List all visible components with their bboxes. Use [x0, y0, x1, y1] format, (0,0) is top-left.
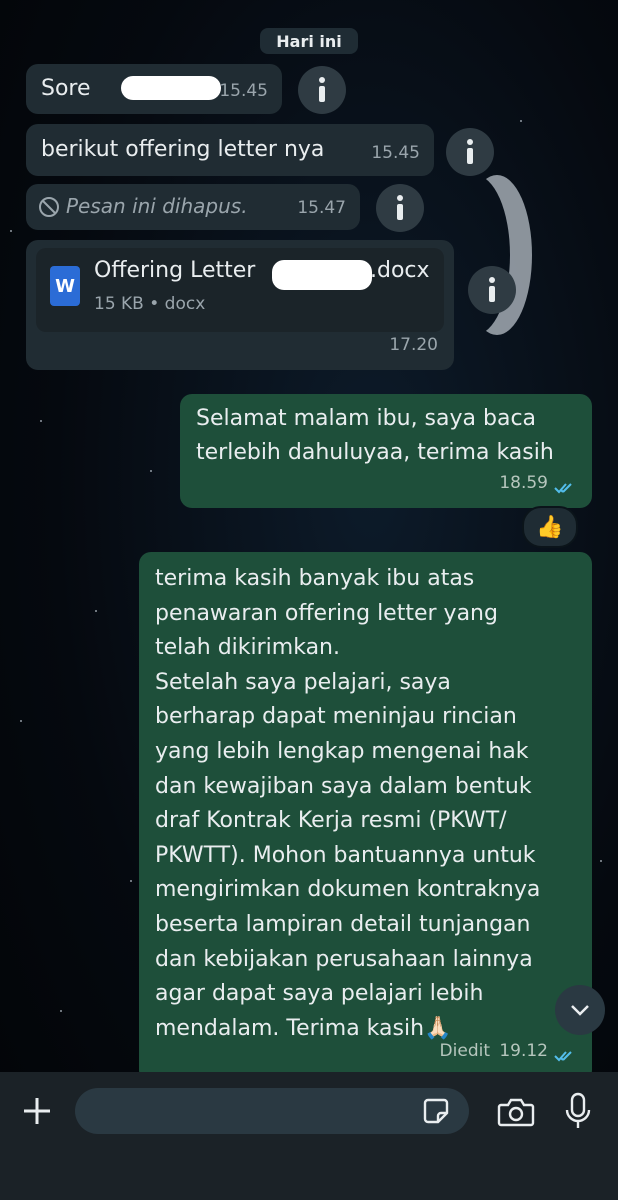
- message-line: dan kewajiban saya dalam bentuk: [155, 773, 532, 799]
- deleted-text: Pesan ini dihapus.: [66, 194, 248, 218]
- redacted-name: [121, 76, 221, 100]
- edited-label: Diedit: [439, 1041, 490, 1061]
- word-document-icon: W: [50, 266, 80, 306]
- file-name-suffix: .docx: [370, 258, 430, 283]
- message-line: dan kebijakan perusahaan lainnya: [155, 946, 533, 972]
- voice-button[interactable]: [560, 1090, 596, 1132]
- message-input-wrapper: [75, 1088, 469, 1134]
- microphone-icon: [565, 1092, 591, 1128]
- date-chip: Hari ini: [260, 28, 358, 54]
- message-line: penawaran offering letter yang: [155, 600, 498, 626]
- message-line: draf Kontrak Kerja resmi (PKWT/: [155, 808, 507, 834]
- file-name-prefix: Offering Letter: [94, 258, 256, 283]
- message-time: 19.12: [499, 1041, 548, 1061]
- blocked-icon: [39, 197, 59, 217]
- message-time: 15.47: [297, 198, 346, 218]
- info-icon: [319, 77, 325, 102]
- info-icon: [467, 139, 473, 164]
- message-time: 15.45: [371, 143, 420, 163]
- redacted-file-name: [272, 260, 372, 290]
- message-line: berharap dapat meninjau rincian: [155, 704, 517, 730]
- info-button[interactable]: [376, 184, 424, 232]
- camera-button[interactable]: [496, 1092, 536, 1132]
- double-check-icon: [554, 483, 572, 494]
- sticker-button[interactable]: [421, 1096, 451, 1126]
- double-check-icon: [554, 1051, 572, 1062]
- info-icon: [489, 277, 495, 302]
- message-input[interactable]: [93, 1096, 417, 1128]
- chevron-down-icon: [571, 1005, 589, 1016]
- message-text: Sore: [41, 76, 91, 101]
- info-button[interactable]: [468, 266, 516, 314]
- info-icon: [397, 195, 403, 220]
- message-line: terlebih dahuluyaa, terima kasih: [196, 440, 554, 465]
- message-text-block: terima kasih banyak ibu atas penawaran of…: [155, 562, 585, 1046]
- info-button[interactable]: [446, 128, 494, 176]
- message-bubble-incoming[interactable]: berikut offering letter nya 15.45: [26, 124, 434, 176]
- scroll-down-button[interactable]: [555, 985, 605, 1035]
- composer-bar: [0, 1072, 618, 1200]
- message-line: agar dapat saya pelajari lebih: [155, 981, 484, 1007]
- attach-button[interactable]: [18, 1092, 56, 1130]
- message-time: 17.20: [389, 335, 438, 355]
- message-time: 15.45: [219, 81, 268, 101]
- message-line: telah dikirimkan.: [155, 635, 340, 661]
- reaction-thumbs-up[interactable]: 👍: [522, 506, 578, 548]
- info-button[interactable]: [298, 66, 346, 114]
- sticker-icon: [423, 1098, 449, 1124]
- message-bubble-outgoing[interactable]: terima kasih banyak ibu atas penawaran of…: [139, 552, 592, 1082]
- plus-icon: [24, 1098, 50, 1124]
- message-bubble-incoming[interactable]: Sore 15.45: [26, 64, 282, 114]
- message-line: Selamat malam ibu, saya baca: [196, 406, 537, 431]
- message-time: 18.59: [499, 473, 548, 493]
- message-line: PKWTT). Mohon bantuannya untuk: [155, 842, 536, 868]
- message-line: Setelah saya pelajari, saya: [155, 669, 451, 695]
- camera-icon: [497, 1098, 535, 1127]
- message-line: yang lebih lengkap mengenai hak: [155, 738, 529, 764]
- file-attachment[interactable]: W Offering Letter .docx 15 KB • docx: [36, 248, 444, 332]
- message-bubble-outgoing[interactable]: Selamat malam ibu, saya baca terlebih da…: [180, 394, 592, 508]
- message-text: berikut offering letter nya: [41, 137, 325, 162]
- message-line: beserta lampiran detail tunjangan: [155, 911, 531, 937]
- message-line: mengirimkan dokumen kontraknya: [155, 877, 541, 903]
- message-line: terima kasih banyak ibu atas: [155, 566, 475, 591]
- file-meta: 15 KB • docx: [94, 294, 206, 314]
- message-bubble-deleted[interactable]: Pesan ini dihapus. 15.47: [26, 184, 360, 230]
